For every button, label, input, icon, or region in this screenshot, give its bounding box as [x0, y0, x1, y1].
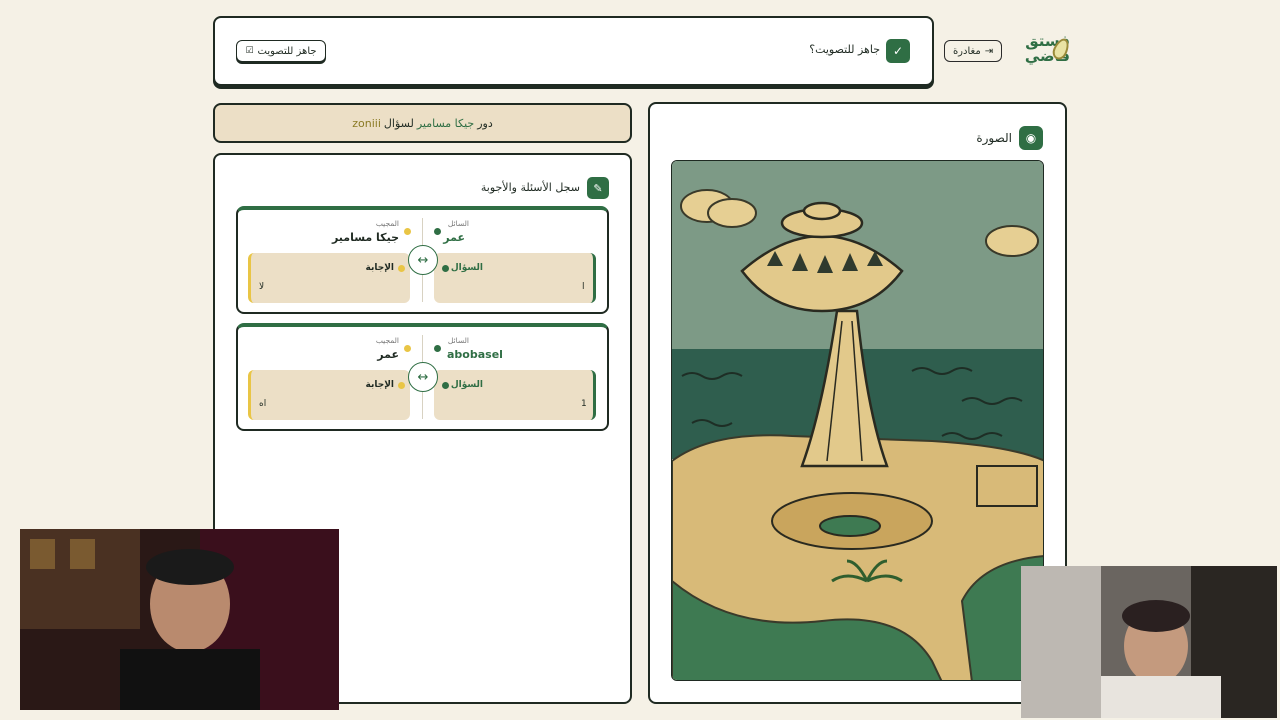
puzzle-image	[671, 160, 1044, 681]
turn-prefix: دور	[477, 116, 493, 130]
answer-box	[248, 253, 410, 303]
asker-dot	[434, 228, 441, 235]
answerer-label: المجيب	[375, 219, 399, 228]
asker-label: السائل	[447, 219, 469, 228]
ready-to-vote-button[interactable]: جاهز للتصويت ☑	[236, 40, 326, 62]
streamer-right-feed	[1021, 566, 1277, 718]
turn-middle: لسؤال	[383, 116, 414, 130]
leave-button[interactable]: ⇥ مغادرة	[944, 40, 1002, 62]
image-panel-title: الصورة	[976, 131, 1012, 145]
turn-banner: دور جيكا مسامير لسؤال zoniii	[213, 103, 632, 143]
asker-name: abobasel	[447, 348, 503, 361]
answerer-dot	[404, 228, 411, 235]
question-box	[434, 370, 596, 420]
swap-icon: ↔	[408, 362, 438, 392]
ready-button-label: جاهز للتصويت	[257, 45, 317, 57]
answer-label: الإجابة	[365, 380, 395, 390]
leave-label: مغادرة	[952, 45, 981, 57]
answer-box	[248, 370, 410, 420]
qa-log-title: سجل الأسئلة والأجوبة	[480, 181, 580, 194]
question-box	[434, 253, 596, 303]
checklist-icon: ✓	[886, 39, 910, 63]
question-text: ا	[582, 282, 585, 292]
answer-text: اه	[259, 399, 267, 409]
streamer-left-feed	[20, 529, 339, 710]
answerer-name: عمر	[377, 348, 399, 361]
feather-icon: ✎	[587, 177, 609, 199]
answerer-name: جيكا مسامير	[331, 231, 399, 244]
answer-dot	[398, 382, 405, 389]
ballot-icon: ☑	[245, 46, 254, 56]
turn-player: جيكا مسامير	[416, 116, 475, 130]
swap-icon: ↔	[408, 245, 438, 275]
answer-label: الإجابة	[365, 263, 395, 273]
turn-target: zoniii	[352, 116, 381, 130]
webcam-left	[20, 529, 339, 710]
app-logo: فستق فاضي	[1012, 34, 1072, 68]
ready-question: جاهز للتصويت؟	[809, 43, 880, 56]
answerer-dot	[404, 345, 411, 352]
asker-label: السائل	[447, 336, 469, 345]
exit-icon: ⇥	[984, 45, 994, 57]
asker-dot	[434, 345, 441, 352]
answer-text: لا	[259, 282, 265, 292]
answer-dot	[398, 265, 405, 272]
question-text: 1	[581, 399, 587, 409]
eye-icon: ◉	[1019, 126, 1043, 150]
webcam-right	[1021, 566, 1277, 718]
answerer-label: المجيب	[375, 336, 399, 345]
water-tower-illustration	[672, 161, 1043, 680]
